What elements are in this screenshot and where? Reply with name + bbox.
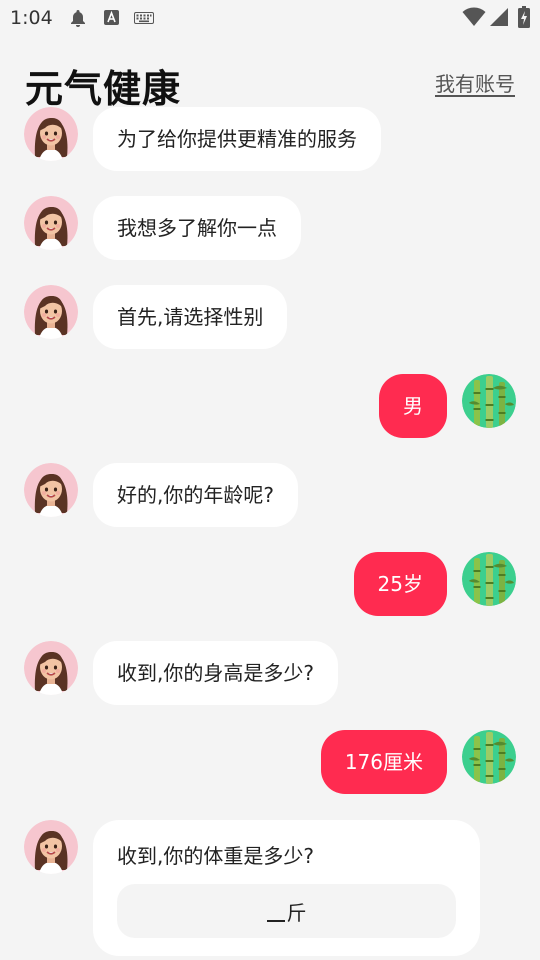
assistant-avatar (24, 463, 78, 517)
weight-question-card: 收到,你的体重是多少? 斤 (93, 820, 480, 956)
user-message-bubble: 25岁 (353, 552, 447, 616)
status-bar: 1:04 (0, 0, 540, 36)
assistant-avatar (24, 820, 78, 874)
assistant-avatar (24, 107, 78, 161)
assistant-avatar (24, 196, 78, 250)
user-message-bubble: 176厘米 (320, 730, 447, 794)
notification-bell-icon (71, 10, 85, 27)
assistant-avatar (24, 641, 78, 695)
assistant-message-bubble: 为了给你提供更精准的服务 (93, 107, 381, 171)
have-account-link[interactable]: 我有账号 (435, 68, 515, 97)
weight-unit-label: 斤 (286, 900, 307, 925)
weight-question-text: 收到,你的体重是多少? (117, 844, 314, 868)
cell-signal-icon (490, 8, 508, 26)
assistant-message-bubble: 好的,你的年龄呢? (93, 463, 298, 527)
battery-charging-icon (518, 6, 530, 28)
assistant-message-bubble: 我想多了解你一点 (93, 196, 301, 260)
text-input-icon (104, 10, 119, 25)
user-avatar (462, 374, 516, 428)
keyboard-icon (134, 12, 154, 24)
wifi-icon (462, 7, 486, 26)
weight-input-field[interactable]: 斤 (117, 884, 456, 938)
page-title: 元气健康 (25, 67, 182, 111)
status-time: 1:04 (10, 7, 53, 29)
user-message-bubble: 男 (379, 374, 447, 438)
assistant-message-bubble: 收到,你的身高是多少? (93, 641, 338, 705)
weight-input-blank[interactable] (266, 900, 285, 922)
assistant-avatar (24, 285, 78, 339)
user-avatar (462, 552, 516, 606)
user-avatar (462, 730, 516, 784)
assistant-message-bubble: 首先,请选择性别 (93, 285, 288, 349)
